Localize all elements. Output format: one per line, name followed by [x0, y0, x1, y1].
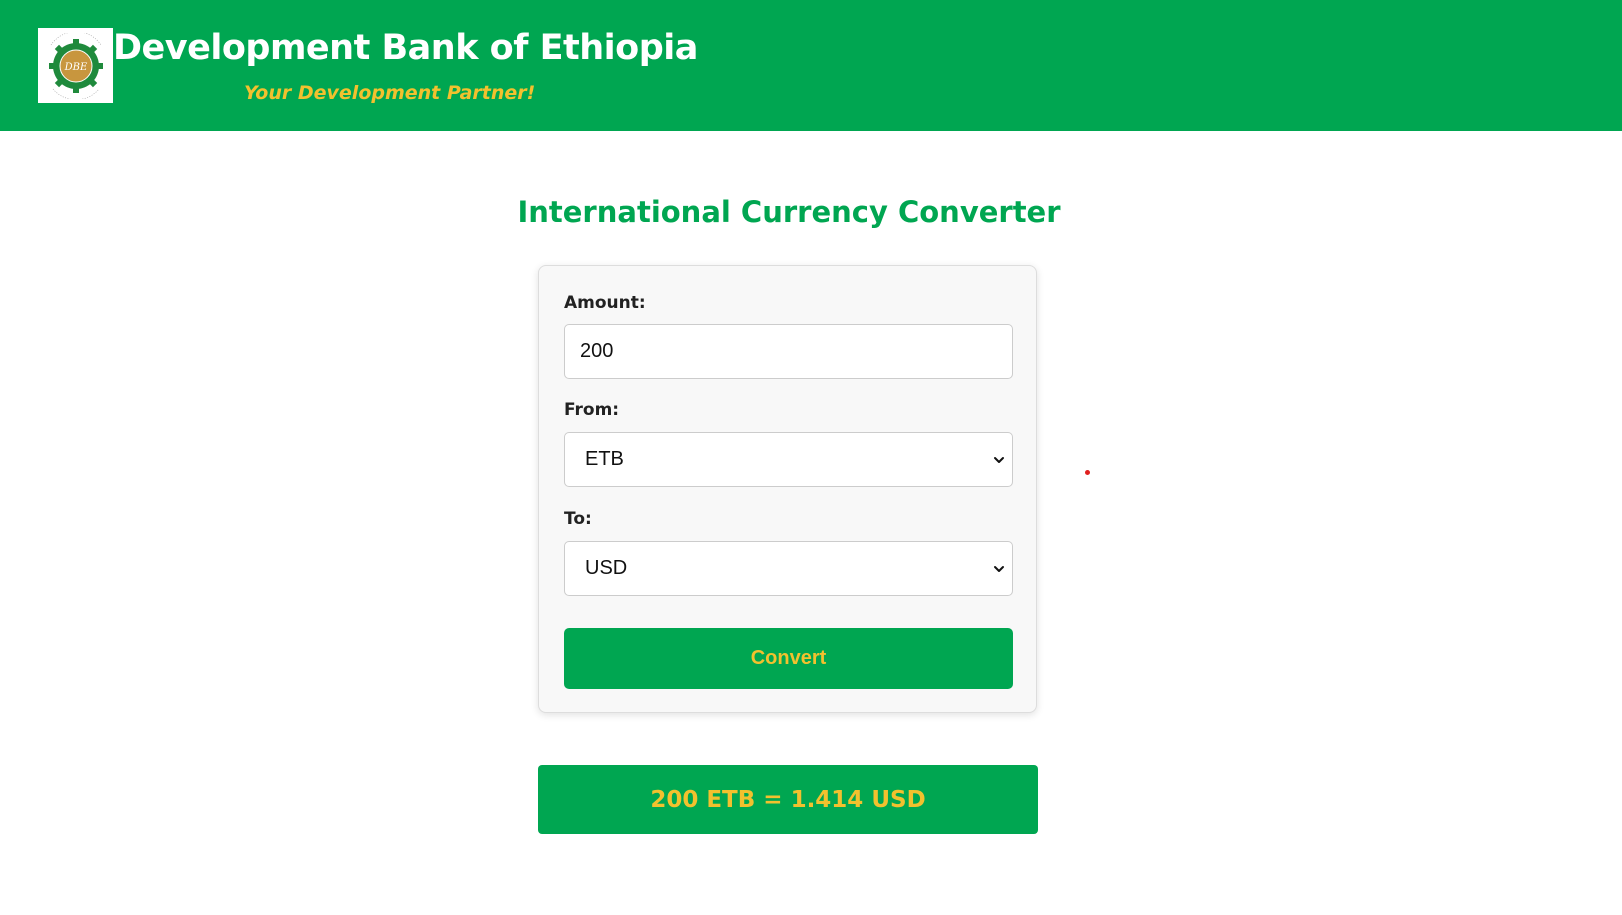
chevron-down-icon [994, 565, 1004, 572]
from-currency-select[interactable]: ETB [564, 432, 1013, 487]
bank-name-title: Development Bank of Ethiopia [113, 28, 698, 68]
amount-input[interactable]: 200 [564, 324, 1013, 379]
to-currency-value: USD [585, 557, 628, 579]
amount-input-value: 200 [580, 340, 614, 362]
logo-monogram: DBE [63, 62, 87, 73]
conversion-result: 200 ETB = 1.414 USD [538, 765, 1038, 834]
to-currency-select[interactable]: USD [564, 541, 1013, 596]
bank-logo[interactable]: DBE [38, 28, 113, 103]
to-label: To: [564, 509, 592, 529]
from-currency-value: ETB [585, 448, 624, 470]
converter-form-card: Amount: 200 From: ETB To: USD Convert [538, 265, 1037, 713]
page-title: International Currency Converter [517, 195, 1061, 229]
convert-button[interactable]: Convert [564, 628, 1013, 689]
bank-tagline: Your Development Partner! [244, 82, 536, 104]
chevron-down-icon [994, 456, 1004, 463]
gear-emblem-logo-icon: DBE [48, 32, 103, 99]
from-label: From: [564, 400, 620, 420]
amount-label: Amount: [564, 293, 646, 313]
red-dot-marker [1085, 470, 1090, 475]
site-header: DBE Development Bank of Ethiopia Your De… [0, 0, 1622, 131]
